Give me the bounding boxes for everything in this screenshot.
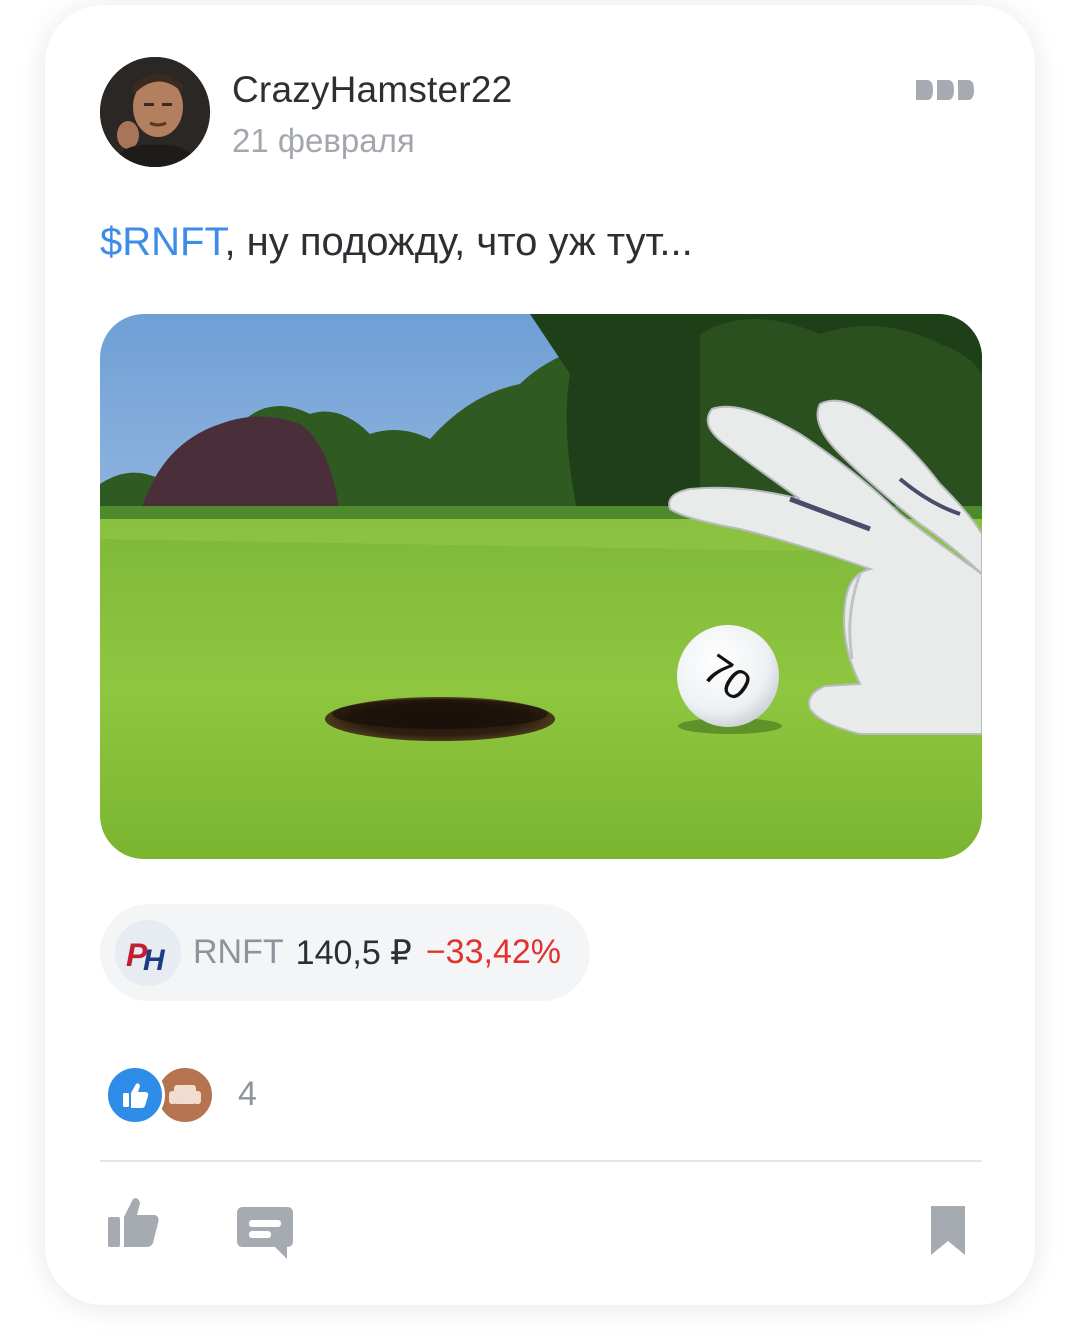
quote-price: 140,5 ₽ bbox=[295, 933, 412, 972]
bookmark-button[interactable] bbox=[928, 1203, 968, 1262]
divider bbox=[100, 1160, 982, 1162]
ticker-link[interactable]: $RNFT bbox=[100, 220, 224, 264]
post-card: CrazyHamster22 21 февраля $RNFT, ну подо… bbox=[45, 5, 1035, 1305]
thumbs-up-icon bbox=[105, 1065, 165, 1125]
bookmark-icon bbox=[931, 1206, 965, 1255]
author-name[interactable]: CrazyHamster22 bbox=[232, 69, 512, 111]
post-date: 21 февраля bbox=[232, 122, 415, 159]
stock-quote-chip[interactable]: Р Н RNFT 140,5 ₽ −33,42% bbox=[100, 904, 590, 1001]
like-icon bbox=[108, 1198, 159, 1247]
comment-icon bbox=[237, 1207, 293, 1259]
post-text: $RNFT, ну подожду, что уж тут... bbox=[100, 220, 693, 265]
like-button[interactable] bbox=[105, 1195, 161, 1256]
more-options-button[interactable] bbox=[913, 75, 983, 105]
svg-text:Н: Н bbox=[143, 944, 166, 973]
quote-change: −33,42% bbox=[425, 933, 561, 971]
reactions-summary[interactable]: 4 bbox=[105, 1065, 285, 1125]
post-image[interactable]: 70 bbox=[100, 314, 982, 859]
quote-ticker: RNFT bbox=[193, 933, 284, 971]
comment-button[interactable] bbox=[235, 1205, 297, 1266]
author-avatar[interactable] bbox=[100, 57, 210, 167]
reaction-count: 4 bbox=[238, 1075, 257, 1113]
more-dots-icon bbox=[916, 80, 974, 100]
company-logo-icon: Р Н bbox=[115, 919, 181, 986]
post-text-body: , ну подожду, что уж тут... bbox=[224, 220, 693, 264]
